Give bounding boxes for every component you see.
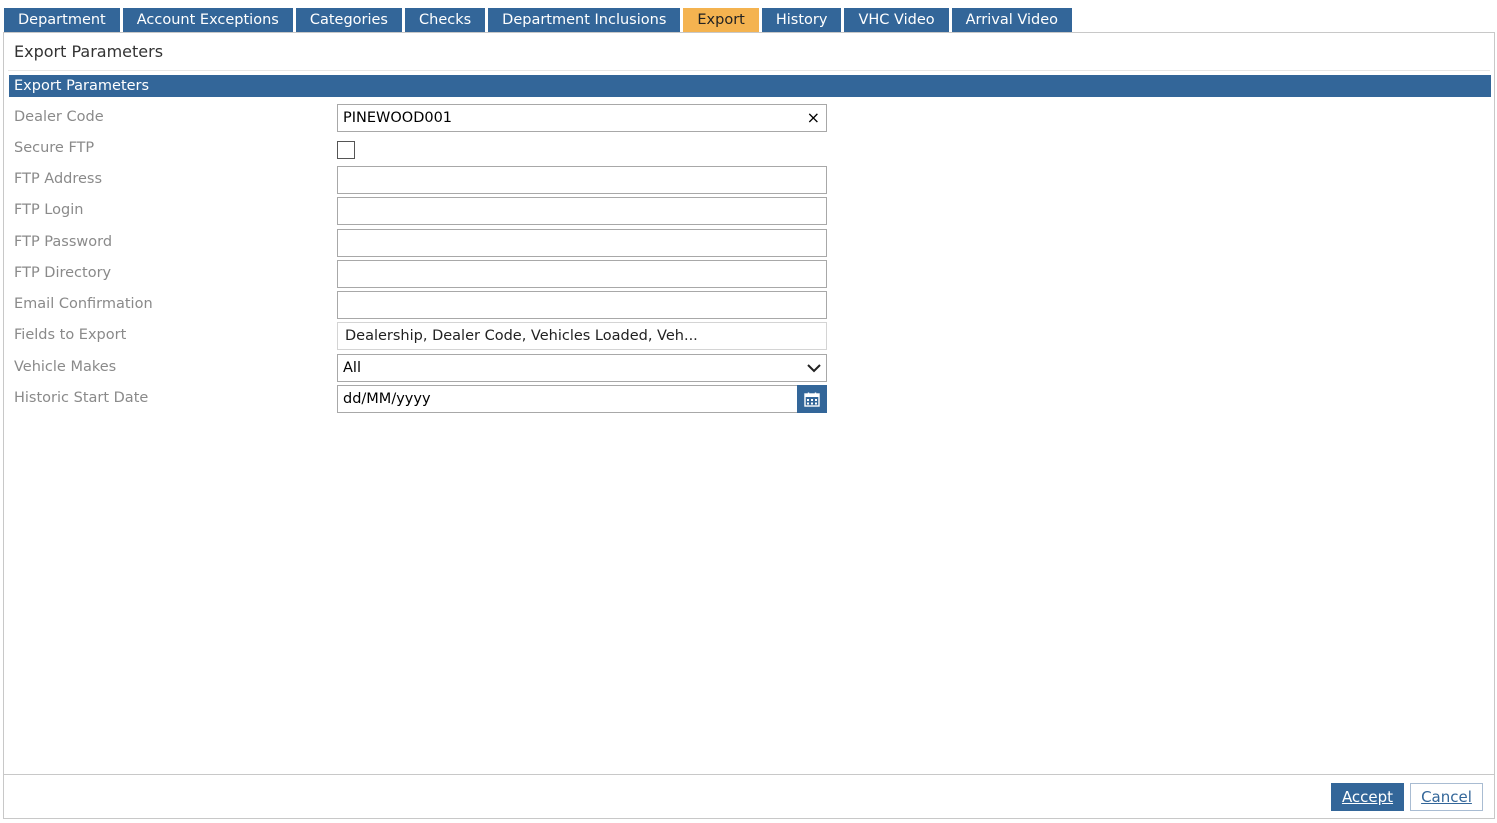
calendar-icon	[804, 392, 820, 407]
historic-start-date-label: Historic Start Date	[14, 390, 149, 406]
ftp-address-row: FTP Address	[4, 166, 1494, 194]
email-confirmation-row: Email Confirmation	[4, 291, 1494, 319]
tab-export[interactable]: Export	[683, 8, 759, 33]
fields-to-export-row: Fields to Export Dealership, Dealer Code…	[4, 322, 1494, 350]
export-panel: Export Parameters Export Parameters Deal…	[3, 32, 1495, 819]
secure-ftp-label: Secure FTP	[14, 140, 95, 156]
tab-bar: Department Account Exceptions Categories…	[4, 8, 1075, 33]
email-confirmation-label: Email Confirmation	[14, 296, 153, 312]
ftp-address-label: FTP Address	[14, 171, 103, 187]
ftp-password-label: FTP Password	[14, 234, 113, 250]
calendar-button[interactable]	[797, 385, 827, 413]
ftp-directory-row: FTP Directory	[4, 260, 1494, 288]
historic-start-date-input[interactable]: dd/MM/yyyy	[337, 385, 827, 413]
ftp-login-label: FTP Login	[14, 202, 84, 218]
tab-department-inclusions[interactable]: Department Inclusions	[488, 8, 681, 33]
tab-account-exceptions[interactable]: Account Exceptions	[122, 8, 293, 33]
secure-ftp-row: Secure FTP	[4, 135, 1494, 163]
vehicle-makes-label: Vehicle Makes	[14, 359, 117, 375]
tab-department[interactable]: Department	[4, 8, 120, 33]
ftp-login-input[interactable]	[337, 197, 827, 225]
email-confirmation-input[interactable]	[337, 291, 827, 319]
tab-history[interactable]: History	[761, 8, 842, 33]
ftp-login-row: FTP Login	[4, 197, 1494, 225]
footer-divider	[4, 774, 1494, 775]
ftp-password-input[interactable]	[337, 229, 827, 257]
ftp-address-input[interactable]	[337, 166, 827, 194]
historic-start-date-row: Historic Start Date dd/MM/yyyy	[4, 385, 1494, 413]
dealer-code-value: PINEWOOD001	[343, 110, 453, 126]
ftp-directory-input[interactable]	[337, 260, 827, 288]
historic-start-date-value: dd/MM/yyyy	[343, 391, 431, 407]
fields-to-export-label: Fields to Export	[14, 327, 127, 343]
ftp-directory-label: FTP Directory	[14, 265, 112, 281]
vehicle-makes-select[interactable]: All	[337, 354, 827, 382]
title-divider	[8, 70, 1490, 71]
tab-vhc-video[interactable]: VHC Video	[844, 8, 949, 33]
dealer-code-label: Dealer Code	[14, 109, 104, 125]
clear-icon[interactable]: ×	[807, 105, 820, 131]
accept-button[interactable]: Accept	[1331, 783, 1404, 811]
chevron-down-icon[interactable]	[806, 361, 822, 375]
tab-arrival-video[interactable]: Arrival Video	[951, 8, 1072, 33]
cancel-button[interactable]: Cancel	[1410, 783, 1483, 811]
ftp-password-row: FTP Password	[4, 229, 1494, 257]
dealer-code-row: Dealer Code PINEWOOD001 ×	[4, 104, 1494, 132]
tab-categories[interactable]: Categories	[295, 8, 402, 33]
section-header: Export Parameters	[9, 75, 1491, 97]
vehicle-makes-value: All	[343, 360, 361, 376]
fields-to-export-selector[interactable]: Dealership, Dealer Code, Vehicles Loaded…	[337, 322, 827, 350]
secure-ftp-checkbox[interactable]	[337, 141, 355, 159]
page-title: Export Parameters	[14, 42, 164, 61]
vehicle-makes-row: Vehicle Makes All	[4, 354, 1494, 382]
dealer-code-input[interactable]: PINEWOOD001 ×	[337, 104, 827, 132]
tab-checks[interactable]: Checks	[405, 8, 486, 33]
